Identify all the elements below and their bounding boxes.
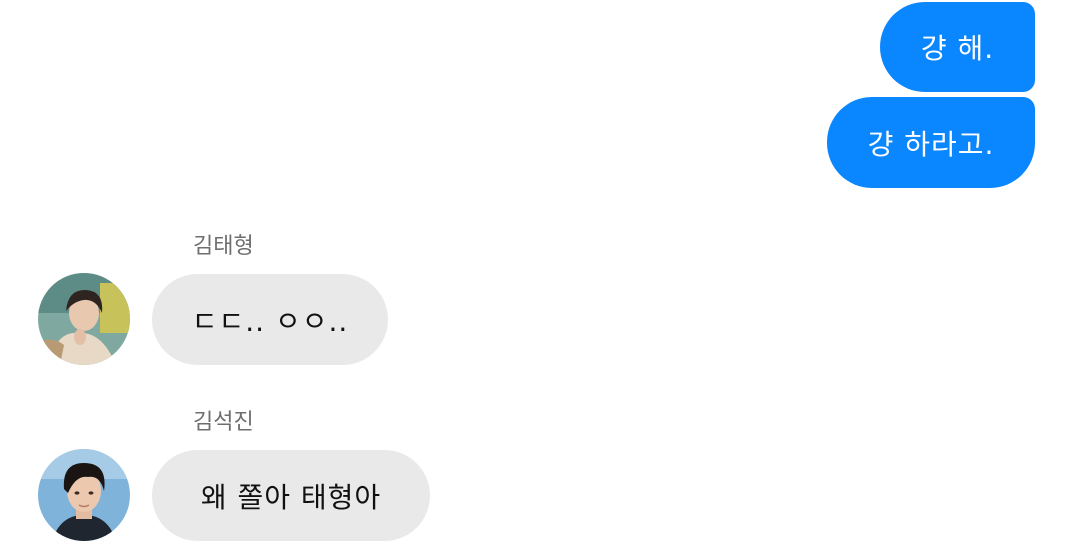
message-text: 왜 쫄아 태형아 — [200, 480, 382, 514]
sender-name: 김태형 — [193, 234, 254, 259]
message-text: 걍 하라고. — [867, 127, 995, 161]
message-text: 걍 해. — [920, 32, 995, 65]
chat-thread: 걍 해. 걍 하라고. 김태형 ㄷㄷ.. ㅇㅇ.. 김석진 왜 쫄아 태형아 — [0, 0, 1080, 553]
profile-photo-icon — [38, 273, 130, 365]
message-text: ㄷㄷ.. ㅇㅇ.. — [191, 304, 349, 338]
incoming-message-bubble[interactable]: 왜 쫄아 태형아 — [152, 450, 430, 541]
outgoing-message-bubble[interactable]: 걍 하라고. — [827, 97, 1035, 188]
sender-name: 김석진 — [193, 410, 254, 435]
outgoing-message-bubble[interactable]: 걍 해. — [880, 2, 1035, 92]
avatar[interactable] — [38, 449, 130, 541]
incoming-message-bubble[interactable]: ㄷㄷ.. ㅇㅇ.. — [152, 274, 388, 365]
profile-photo-icon — [38, 449, 130, 541]
avatar[interactable] — [38, 273, 130, 365]
